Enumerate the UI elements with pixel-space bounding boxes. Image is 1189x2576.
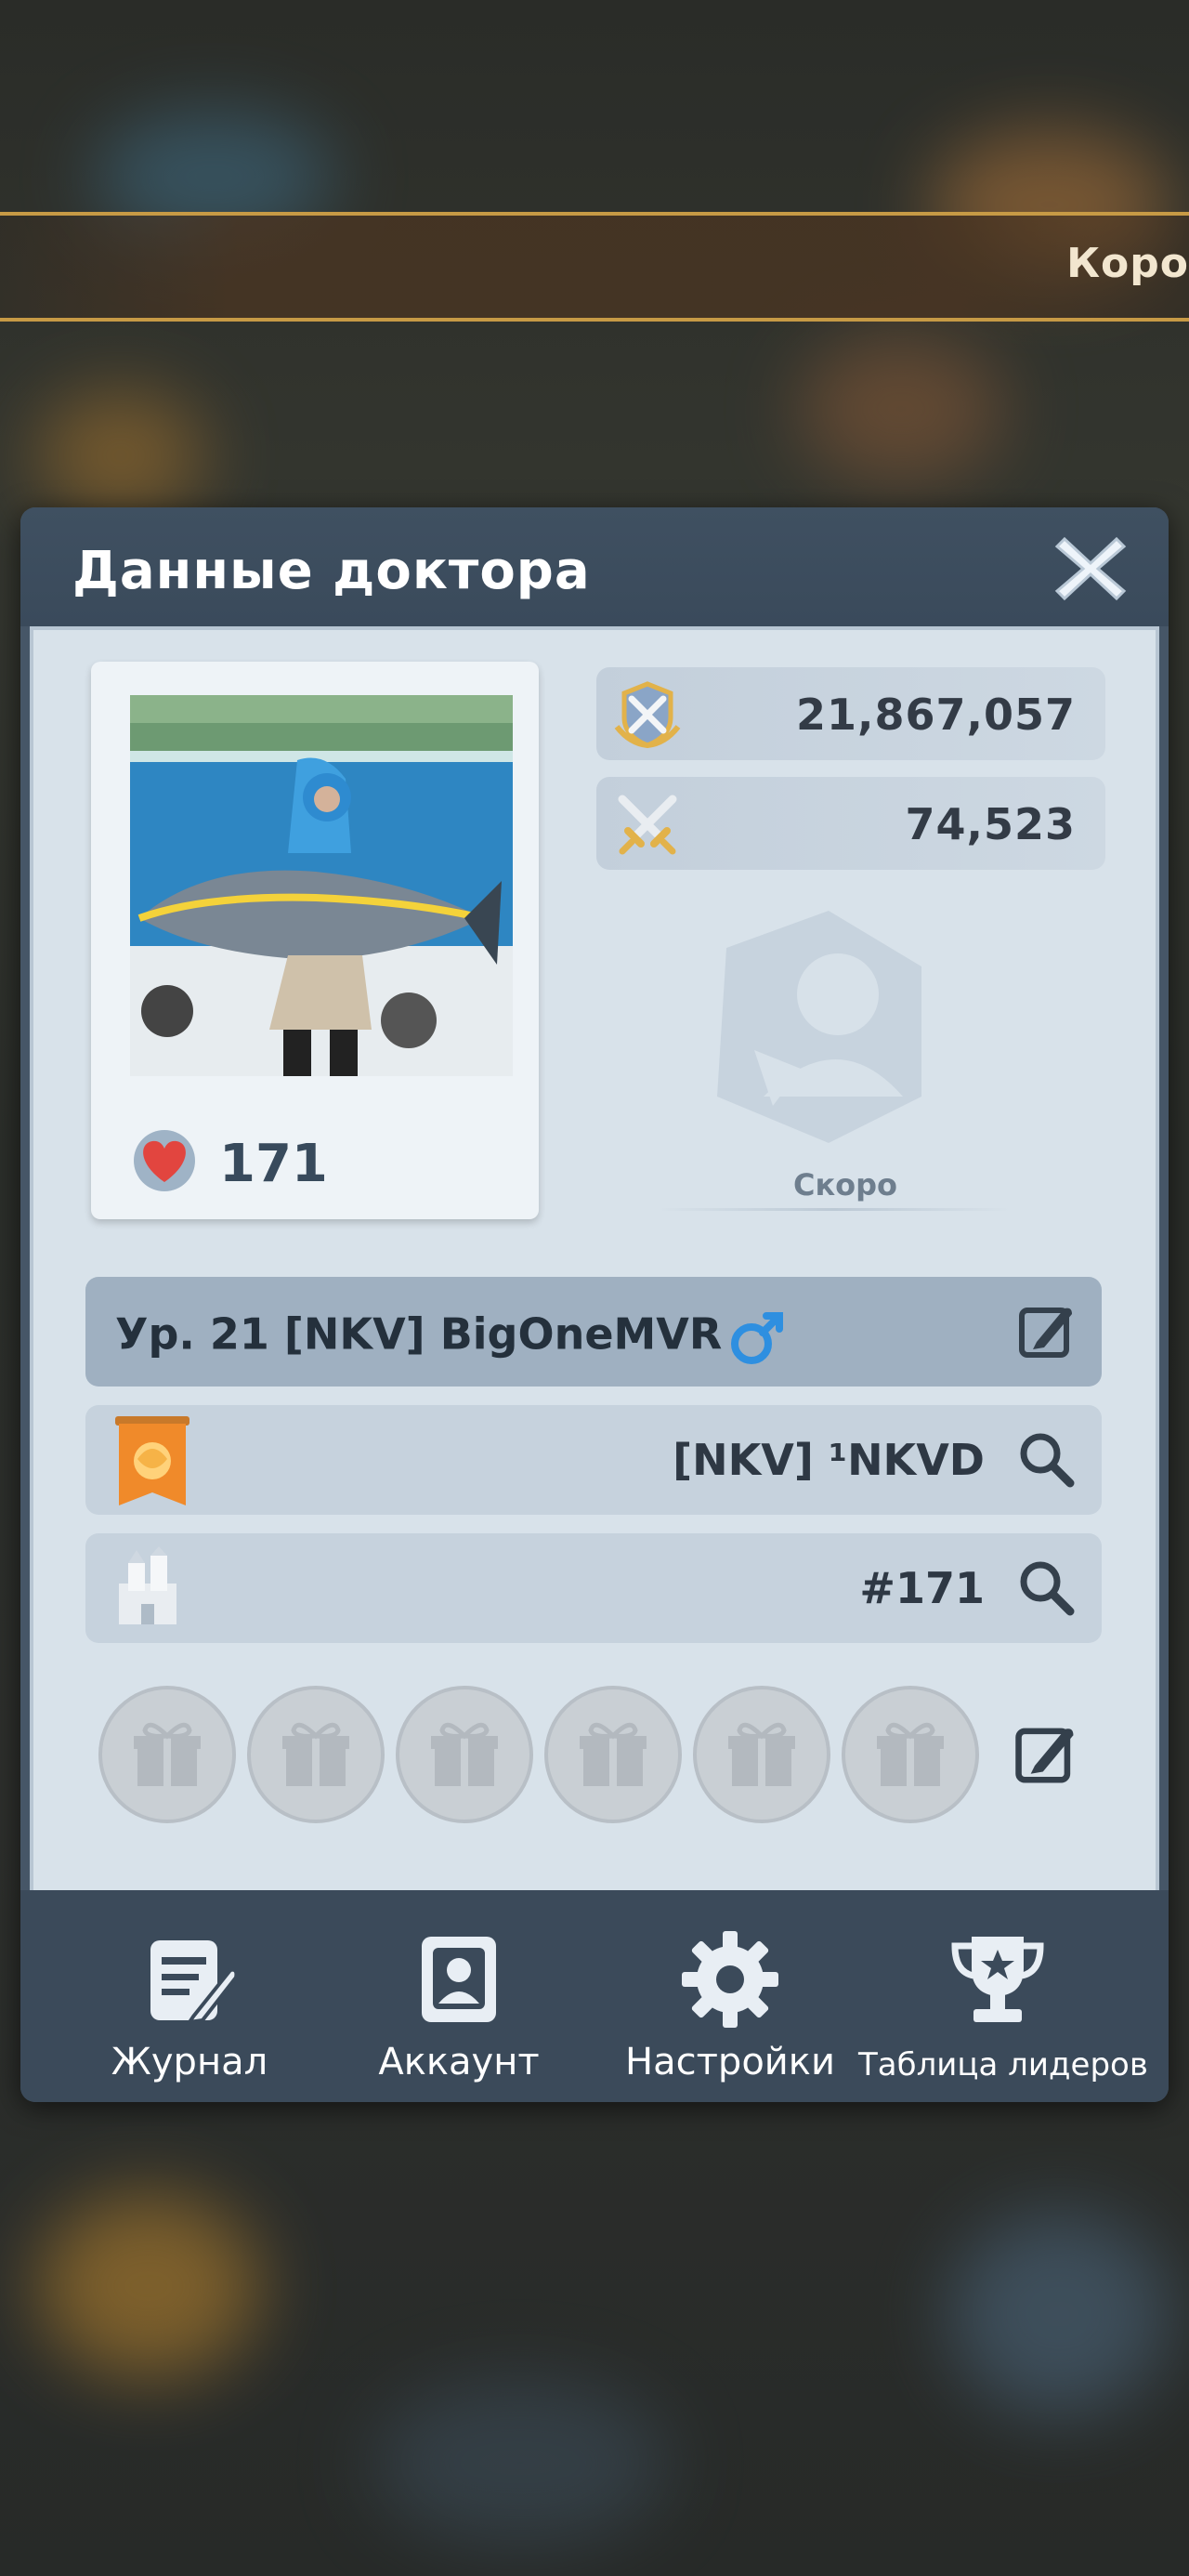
nav-account-label: Аккаунт [378, 2041, 540, 2083]
player-name: Ур. 21 [NKV] BigOneMVR [115, 1307, 789, 1368]
rank-value: #171 [859, 1563, 985, 1613]
close-icon[interactable] [1052, 530, 1130, 608]
locked-feature-icon [717, 911, 921, 1143]
avatar[interactable] [130, 695, 513, 1076]
gift-icon [580, 1722, 647, 1786]
divider [658, 1208, 1011, 1211]
dialog-title: Данные доктора [72, 541, 591, 601]
gift-icon [282, 1722, 349, 1786]
gift-icon [877, 1722, 944, 1786]
nav-account[interactable]: Аккаунт [320, 1927, 598, 2095]
power-stat: 21,867,057 [596, 667, 1105, 760]
bottom-nav: Журнал Аккаунт Настройки Таблица лидеров [20, 1890, 1169, 2102]
rank-row[interactable]: #171 [85, 1533, 1102, 1643]
gift-slot[interactable] [544, 1686, 682, 1823]
gear-icon [682, 1931, 778, 2028]
coming-soon-label: Скоро [792, 1167, 898, 1203]
guild-flag-icon [115, 1416, 189, 1505]
power-badge-icon [614, 681, 681, 749]
guild-name: [NKV] ¹NKVD [673, 1435, 985, 1485]
edit-name-icon[interactable] [1016, 1301, 1078, 1362]
player-name-text: Ур. 21 [NKV] BigOneMVR [115, 1308, 723, 1360]
guild-row[interactable]: [NKV] ¹NKVD [85, 1405, 1102, 1515]
background-banner-text: Коро [1066, 240, 1189, 287]
power-value: 21,867,057 [795, 690, 1076, 740]
castle-icon [119, 1546, 176, 1624]
dialog-header: Данные доктора [20, 507, 1169, 626]
account-icon [422, 1937, 496, 2022]
gift-icon [728, 1722, 795, 1786]
nav-settings-label: Настройки [625, 2041, 835, 2083]
search-icon[interactable] [1016, 1429, 1078, 1491]
male-icon [731, 1312, 784, 1364]
journal-icon [150, 1940, 239, 2025]
nav-leaderboard-label: Таблица лидеров [858, 2046, 1148, 2083]
gift-slot[interactable] [247, 1686, 385, 1823]
search-icon[interactable] [1016, 1557, 1078, 1619]
edit-gifts-icon[interactable] [1013, 1721, 1079, 1788]
kills-stat: 74,523 [596, 777, 1105, 870]
player-name-row: Ур. 21 [NKV] BigOneMVR [85, 1277, 1102, 1387]
background-banner [0, 212, 1189, 322]
gift-slot[interactable] [842, 1686, 979, 1823]
gift-slot[interactable] [98, 1686, 236, 1823]
nav-leaderboard[interactable]: Таблица лидеров [858, 1927, 1148, 2095]
crossed-swords-icon [618, 795, 677, 855]
nav-journal[interactable]: Журнал [50, 1927, 329, 2095]
gift-icon [431, 1722, 498, 1786]
kills-value: 74,523 [905, 799, 1076, 849]
nav-journal-label: Журнал [111, 2041, 268, 2083]
nav-settings[interactable]: Настройки [591, 1927, 869, 2095]
trophy-icon [951, 1937, 1044, 2022]
gift-icon [134, 1722, 201, 1786]
gift-slot[interactable] [693, 1686, 830, 1823]
gift-slot[interactable] [396, 1686, 533, 1823]
